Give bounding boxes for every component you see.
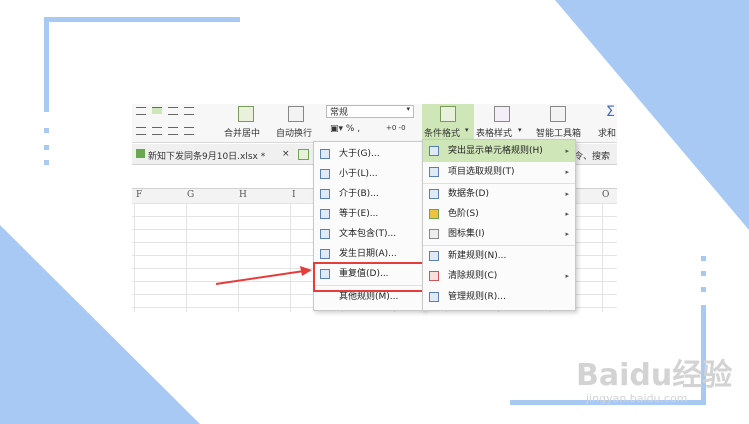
conditional-format-icon [440,106,456,122]
align-left-icon[interactable] [136,107,146,115]
watermark-url: jingyan.baidu.com [586,392,688,405]
duplicate-values-highlight-box [313,262,426,292]
column-header[interactable]: G [187,190,194,200]
close-icon[interactable]: × [282,149,290,159]
between-icon [320,189,330,199]
chevron-right-icon: ▸ [565,147,569,155]
decimal-icons[interactable]: +0 -0 [386,124,406,132]
smart-toolbox-button[interactable]: 智能工具箱 [536,126,581,139]
menu-item-clear-rules[interactable]: 清除规则(C) ▸ [423,266,575,286]
color-scales-icon [429,209,439,219]
merge-center-icon[interactable] [238,106,254,122]
chevron-right-icon: ▸ [565,190,569,198]
frame-top-line [44,17,240,22]
align-bottom-icon[interactable] [184,107,194,115]
menu-item-icon-sets[interactable]: 图标集(I) ▸ [423,224,575,244]
align-top-icon[interactable] [152,107,162,114]
chevron-right-icon: ▸ [565,168,569,176]
equal-to-icon [320,209,330,219]
clear-rules-icon [429,271,439,281]
menu-item-new-rule[interactable]: 新建规则(N)... [423,246,575,266]
sum-icon[interactable]: Σ [606,104,615,120]
less-than-icon [320,169,330,179]
menu-item-data-bars[interactable]: 数据条(D) ▸ [423,184,575,204]
align-justify-icon[interactable] [136,127,146,135]
red-arrow-pointer [215,266,312,285]
chevron-down-icon: ▾ [518,126,522,134]
column-header[interactable]: H [239,190,247,200]
chevron-right-icon: ▸ [565,272,569,280]
data-bars-icon [429,189,439,199]
column-header[interactable]: O [602,190,609,200]
align-center-icon[interactable] [152,127,162,135]
text-contains-icon [320,229,330,239]
frame-dot [44,128,49,133]
baidu-watermark: Baidu经验 [576,358,733,393]
table-style-button[interactable]: 表格样式 [476,126,512,139]
new-tab-icon[interactable] [298,149,309,160]
wrap-text-icon[interactable] [288,106,304,122]
table-style-icon[interactable] [494,106,510,122]
frame-dot [44,145,49,150]
icon-sets-icon [429,229,439,239]
menu-item-date-occurring[interactable]: 发生日期(A)... [314,244,424,264]
conditional-format-button[interactable]: 条件格式 [424,126,460,139]
frame-dot [701,287,706,292]
top-bottom-rules-icon [429,167,439,177]
menu-item-between[interactable]: 介于(B)... [314,184,424,204]
chevron-right-icon: ▸ [565,210,569,218]
chevron-right-icon: ▸ [565,230,569,238]
highlight-rules-icon [429,146,439,156]
chevron-down-icon: ▾ [406,105,410,113]
menu-item-equal-to[interactable]: 等于(E)... [314,204,424,224]
menu-item-highlight-cell-rules[interactable]: 突出显示单元格规则(H) ▸ [423,141,575,161]
sum-button[interactable]: 求和 [598,126,616,139]
document-tab[interactable]: 新知下发同条9月10日.xlsx * [148,149,265,162]
menu-item-greater-than[interactable]: 大于(G)... [314,144,424,164]
menu-item-text-contains[interactable]: 文本包含(T)... [314,224,424,244]
smart-toolbox-icon[interactable] [550,106,566,122]
frame-dot [701,271,706,276]
align-middle-icon[interactable] [168,107,178,115]
manage-rules-icon [429,292,439,302]
wrap-text-button[interactable]: 自动换行 [276,126,312,139]
menu-item-manage-rules[interactable]: 管理规则(R)... [423,287,575,307]
chevron-down-icon: ▾ [465,126,469,134]
new-rule-icon [429,251,439,261]
merge-center-button[interactable]: 合并居中 [224,126,260,139]
ribbon-toolbar: 合并居中 自动换行 常规 ▾ ▣▾ % , +0 -0 条件格式 ▾ 表格样式 … [132,104,617,143]
conditional-format-menu: 突出显示单元格规则(H) ▸ 项目选取规则(T) ▸ 数据条(D) ▸ 色阶(S) ▸ … [422,139,576,311]
menu-item-less-than[interactable]: 小于(L)... [314,164,424,184]
align-right-icon[interactable] [168,127,178,135]
column-header[interactable]: F [136,190,142,200]
greater-than-icon [320,149,330,159]
search-hint: 令、搜索 [574,152,611,162]
excel-file-icon [136,149,145,158]
menu-item-color-scales[interactable]: 色阶(S) ▸ [423,204,575,224]
align-icons [136,107,216,137]
frame-left-line [44,17,49,112]
date-occurring-icon [320,249,330,259]
distribute-icon[interactable] [184,127,194,135]
menu-item-top-bottom-rules[interactable]: 项目选取规则(T) ▸ [423,162,575,182]
frame-dot [701,256,706,261]
frame-dot [44,160,49,165]
number-format-select[interactable]: 常规 ▾ [326,105,414,118]
column-header[interactable]: I [292,190,296,200]
currency-format-icon[interactable]: ▣▾ % , [330,124,360,134]
